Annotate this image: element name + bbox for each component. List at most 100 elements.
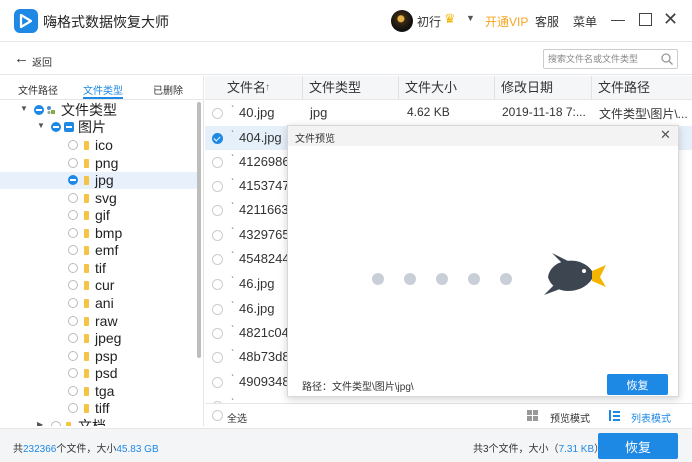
tree-item-bmp[interactable]: bmp [0, 225, 198, 242]
service-button[interactable]: 客服 [535, 13, 559, 30]
row-checkbox[interactable] [212, 205, 223, 216]
select-all-label[interactable]: 全选 [227, 410, 247, 425]
tree-checkbox[interactable] [68, 368, 78, 378]
tab-file-path[interactable]: 文件路径 [18, 82, 58, 97]
file-icon [84, 404, 89, 413]
back-button[interactable]: 返回 [32, 54, 52, 69]
tree-checkbox[interactable] [51, 421, 61, 426]
tree-item-emf[interactable]: emf [0, 242, 198, 259]
expand-arrow-icon[interactable]: ▶ [37, 420, 43, 426]
tree-checkbox[interactable] [68, 158, 78, 168]
file-name: 46.jpg [239, 301, 275, 316]
search-input[interactable] [548, 52, 658, 66]
tab-deleted[interactable]: 已删除 [153, 82, 183, 97]
selected-size: 7.31 KB [558, 444, 595, 455]
tab-file-type[interactable]: 文件类型 [83, 82, 123, 97]
search-box[interactable] [543, 49, 678, 69]
select-all-checkbox[interactable] [212, 410, 223, 421]
sort-icon[interactable]: ↑ [265, 82, 270, 93]
tree-item-tiff[interactable]: tiff [0, 400, 198, 417]
maximize-icon[interactable] [639, 13, 652, 26]
tree-item-cur[interactable]: cur [0, 277, 198, 294]
chevron-down-icon[interactable]: ▼ [466, 13, 475, 23]
column-header-date[interactable]: 修改日期 [495, 76, 592, 100]
tree-label: psp [95, 348, 118, 364]
row-checkbox[interactable] [212, 304, 223, 315]
tree-item-file-type[interactable]: ▼ 文件类型 [0, 102, 198, 119]
file-icon [84, 176, 89, 185]
table-row[interactable]: ˋ 40.jpg jpg 4.62 KB 2019-11-18 7:... 文件… [205, 101, 692, 125]
list-view-icon[interactable] [609, 410, 620, 421]
tree-item-gif[interactable]: gif [0, 207, 198, 224]
tree-item-tga[interactable]: tga [0, 383, 198, 400]
tree-item-ico[interactable]: ico [0, 137, 198, 154]
tree-checkbox[interactable] [68, 351, 78, 361]
back-arrow-icon[interactable]: ← [14, 50, 29, 67]
row-checkbox[interactable] [212, 181, 223, 192]
recover-button[interactable]: 恢复 [598, 433, 678, 459]
tree-checkbox[interactable] [68, 193, 78, 203]
tree-checkbox[interactable] [68, 140, 78, 150]
minimize-icon[interactable] [611, 20, 625, 21]
list-mode-button[interactable]: 列表模式 [631, 410, 671, 425]
tree-item-documents[interactable]: ▶ 文档 [0, 418, 198, 426]
tree-checkbox[interactable] [68, 298, 78, 308]
row-checkbox[interactable] [212, 328, 223, 339]
tree-item-jpg[interactable]: jpg [0, 172, 198, 189]
row-checkbox[interactable] [212, 108, 223, 119]
preview-mode-button[interactable]: 预览模式 [550, 410, 590, 425]
tree-checkbox[interactable] [51, 122, 61, 132]
sidebar-scrollbar[interactable] [197, 102, 201, 358]
close-icon[interactable]: ✕ [660, 128, 671, 141]
row-checkbox[interactable] [212, 230, 223, 241]
column-header-path[interactable]: 文件路径 [592, 76, 692, 100]
tree-item-jpeg[interactable]: jpeg [0, 330, 198, 347]
tree-item-raw[interactable]: raw [0, 313, 198, 330]
tree-checkbox[interactable] [68, 280, 78, 290]
expand-arrow-icon[interactable]: ▼ [37, 121, 45, 130]
tree-checkbox[interactable] [34, 105, 44, 115]
tree-label: tiff [95, 400, 110, 416]
file-icon: ˋ [231, 301, 235, 312]
username[interactable]: 初行 [417, 13, 441, 30]
row-checkbox[interactable] [212, 352, 223, 363]
tree-label: cur [95, 277, 115, 293]
grid-view-icon[interactable] [527, 410, 538, 421]
tree-checkbox[interactable] [68, 333, 78, 343]
tree-item-psd[interactable]: psd [0, 365, 198, 382]
expand-arrow-icon[interactable]: ▼ [20, 104, 28, 113]
dialog-recover-button[interactable]: 恢复 [607, 374, 668, 395]
tree-checkbox[interactable] [68, 210, 78, 220]
search-icon[interactable] [660, 52, 674, 66]
row-checkbox[interactable] [212, 377, 223, 388]
total-files-count: 232366 [23, 444, 57, 455]
tree-item-images[interactable]: ▼ 图片 [0, 119, 198, 136]
tree-checkbox[interactable] [68, 175, 78, 185]
file-icon [84, 334, 89, 343]
row-checkbox[interactable] [212, 254, 223, 265]
status-bar: 共232366个文件，大小45.83 GB 共3个文件，大小（7.31 KB） … [0, 428, 692, 462]
row-checkbox[interactable] [212, 133, 223, 144]
column-header-type[interactable]: 文件类型 [303, 76, 399, 100]
column-header-size[interactable]: 文件大小 [399, 76, 495, 100]
tree-checkbox[interactable] [68, 263, 78, 273]
tree-checkbox[interactable] [68, 245, 78, 255]
close-icon[interactable]: ✕ [663, 10, 678, 28]
tree-checkbox[interactable] [68, 316, 78, 326]
row-checkbox[interactable] [212, 157, 223, 168]
tree-checkbox[interactable] [68, 228, 78, 238]
column-header-name[interactable]: 文件名 [205, 76, 303, 100]
tree-item-ani[interactable]: ani [0, 295, 198, 312]
tree-item-svg[interactable]: svg [0, 190, 198, 207]
row-checkbox[interactable] [212, 279, 223, 290]
file-icon: ˋ [231, 105, 235, 116]
avatar[interactable] [391, 10, 413, 32]
tree-item-tif[interactable]: tif [0, 260, 198, 277]
vip-link[interactable]: 开通VIP [485, 13, 528, 30]
tree-checkbox[interactable] [68, 386, 78, 396]
tree-item-psp[interactable]: psp [0, 348, 198, 365]
menu-button[interactable]: 菜单 [573, 13, 597, 30]
tree-label: gif [95, 207, 110, 223]
tree-item-png[interactable]: png [0, 155, 198, 172]
tree-checkbox[interactable] [68, 403, 78, 413]
